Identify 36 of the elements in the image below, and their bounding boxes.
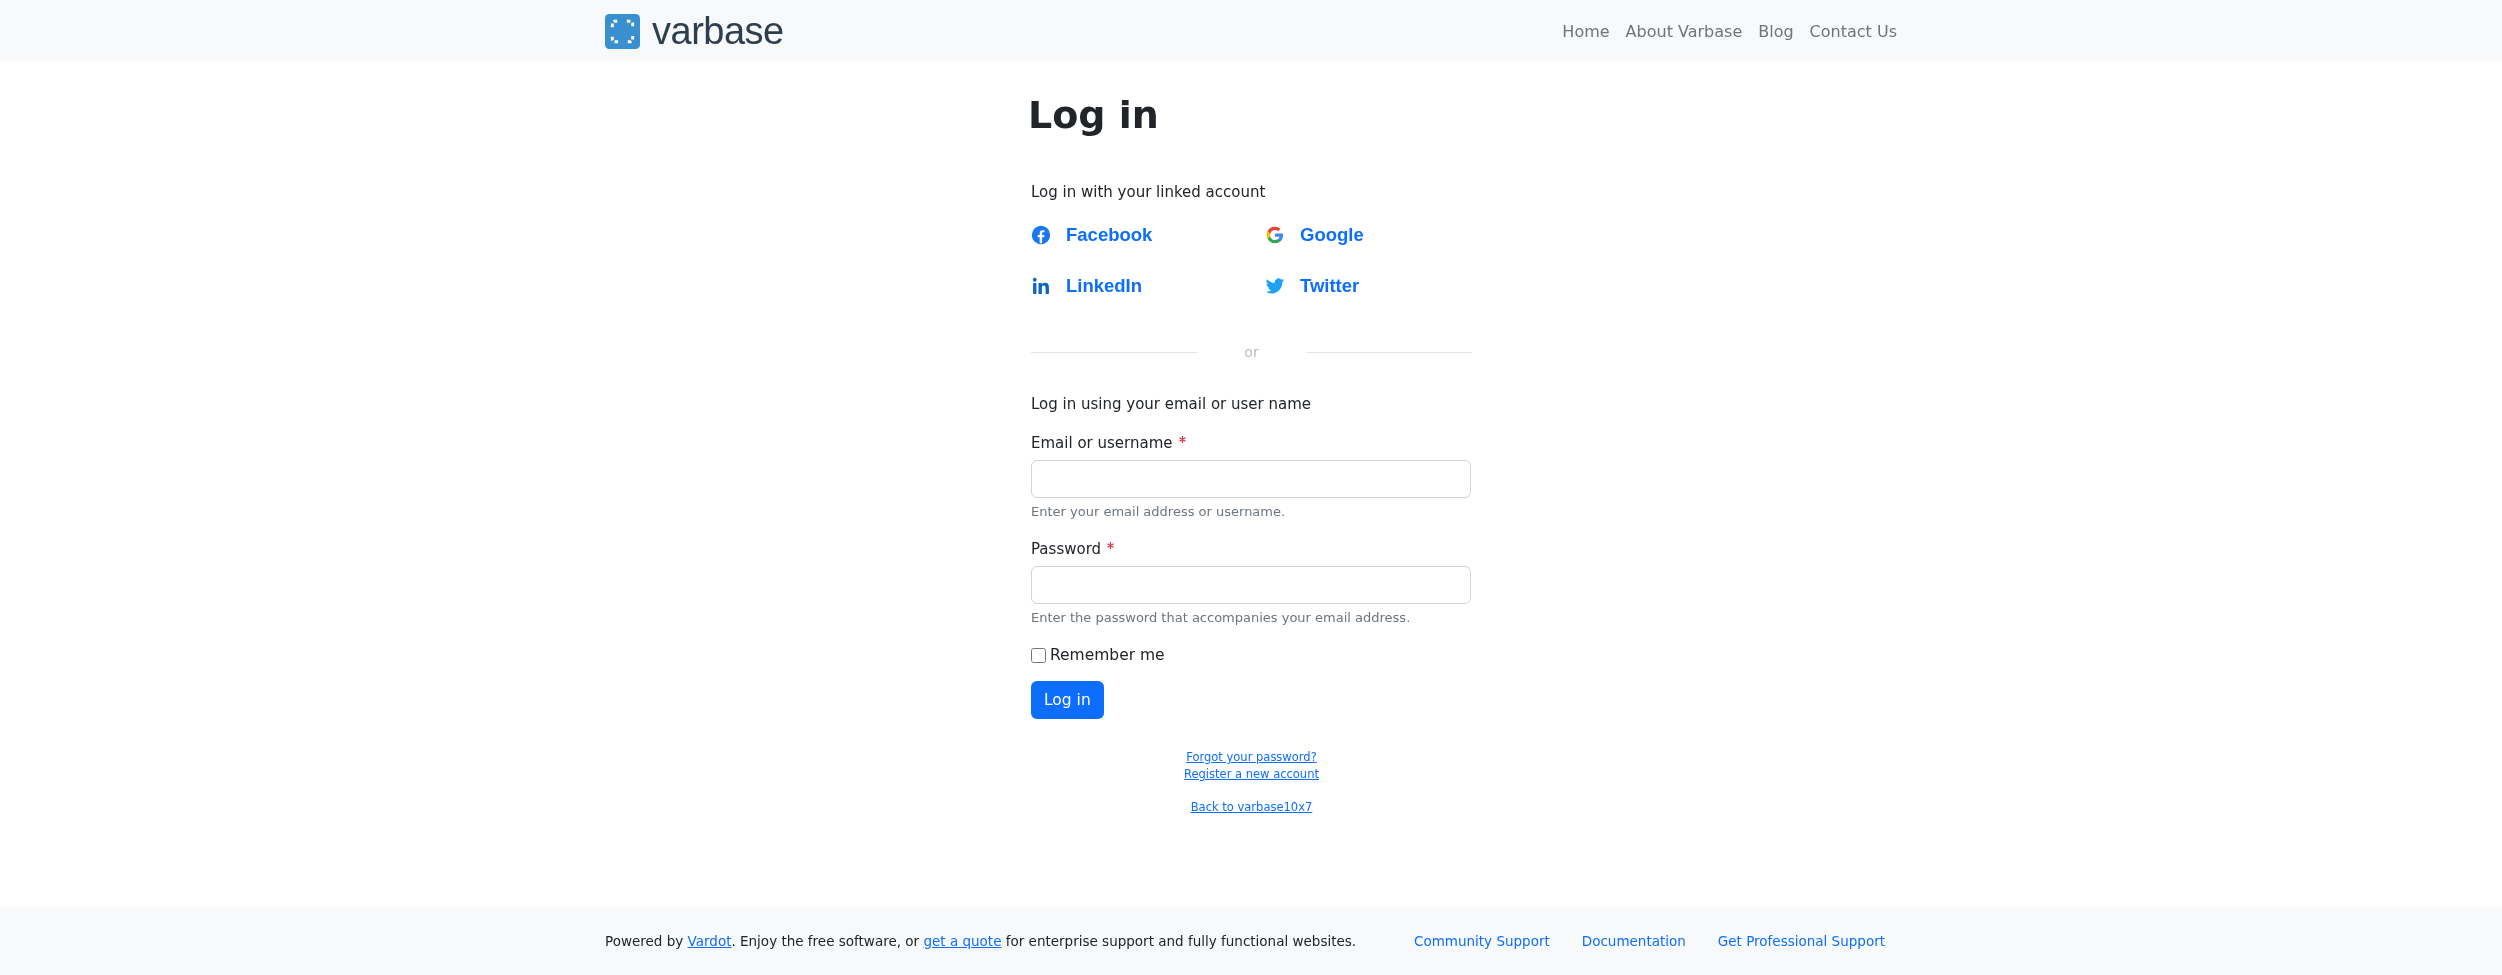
nav-link[interactable]: About Varbase (1625, 17, 1743, 45)
text-link[interactable]: Register a new account (1184, 766, 1319, 783)
checkbox-label: Remember me (1050, 645, 1165, 665)
footer-text: Powered by Vardot. Enjoy the free software, or get a quote for enterprise support and fully functional websites. (605, 932, 1357, 949)
text-link[interactable]: Vardot (687, 932, 732, 949)
field-label: Password (1031, 539, 1472, 559)
section-intro: Log in with your linked account (1031, 182, 1267, 202)
section-intro: Log in using your email or user name (1031, 394, 1313, 414)
social-login-link[interactable]: LinkedIn (1031, 276, 1143, 296)
checkbox[interactable] (1031, 647, 1046, 663)
input-field[interactable] (1031, 460, 1471, 498)
page-title: Log in (1028, 92, 1160, 139)
google-logo-icon (1265, 225, 1285, 245)
footer-link[interactable]: Documentation (1581, 932, 1686, 949)
social-login-link[interactable]: Google (1265, 225, 1364, 245)
input-field[interactable] (1031, 566, 1471, 604)
social-login-link[interactable]: Twitter (1265, 276, 1360, 296)
text-link[interactable]: Forgot your password? (1186, 749, 1317, 766)
footer-link[interactable]: Community Support (1413, 932, 1550, 949)
help-text: Enter the password that accompanies your email address. (1031, 609, 1412, 627)
text-link[interactable]: get a quote (923, 932, 1002, 949)
bird-icon (1265, 276, 1285, 296)
login-button[interactable]: Log in (1031, 681, 1104, 719)
help-text: Enter your email address or username. (1031, 503, 1287, 521)
social-login-link[interactable]: Facebook (1031, 225, 1153, 245)
nav-link[interactable]: Home (1562, 17, 1610, 45)
logo-link[interactable]: varbase (605, 12, 784, 50)
text-link[interactable]: Back to varbase10x7 (1190, 799, 1313, 816)
nav-link[interactable]: Contact Us (1809, 17, 1897, 45)
linkedin-logo-icon (1031, 276, 1051, 296)
field-label: Email or username (1031, 433, 1472, 453)
logo-icon (605, 13, 640, 49)
facebook-logo-icon (1031, 225, 1051, 245)
nav-link[interactable]: Blog (1758, 17, 1794, 45)
footer-link[interactable]: Get Professional Support (1717, 932, 1885, 949)
divider-text: or (1243, 343, 1260, 361)
